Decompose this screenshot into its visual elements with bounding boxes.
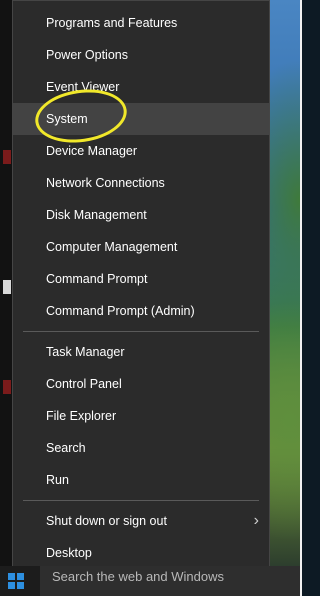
menu-item-computer-management[interactable]: Computer Management: [13, 231, 269, 263]
menu-item-desktop[interactable]: Desktop: [13, 537, 269, 569]
menu-item-command-prompt-admin[interactable]: Command Prompt (Admin): [13, 295, 269, 327]
menu-item-control-panel[interactable]: Control Panel: [13, 368, 269, 400]
menu-item-file-explorer[interactable]: File Explorer: [13, 400, 269, 432]
taskbar-search-box[interactable]: Search the web and Windows: [40, 566, 302, 596]
desktop-icon-fragment: [3, 380, 11, 394]
chevron-right-icon: ›: [253, 512, 259, 529]
menu-item-network-connections[interactable]: Network Connections: [13, 167, 269, 199]
menu-separator: [23, 500, 259, 501]
menu-item-run[interactable]: Run: [13, 464, 269, 496]
menu-separator: [23, 331, 259, 332]
desktop-icon-fragment: [3, 280, 11, 294]
window-edge: [300, 0, 302, 596]
menu-item-task-manager[interactable]: Task Manager: [13, 336, 269, 368]
menu-item-search[interactable]: Search: [13, 432, 269, 464]
menu-item-disk-management[interactable]: Disk Management: [13, 199, 269, 231]
menu-item-programs-and-features[interactable]: Programs and Features: [13, 7, 269, 39]
winx-quick-link-menu: Programs and Features Power Options Even…: [12, 0, 270, 578]
taskbar: Search the web and Windows: [0, 566, 302, 596]
menu-item-command-prompt[interactable]: Command Prompt: [13, 263, 269, 295]
menu-item-shut-down-or-sign-out[interactable]: Shut down or sign out ›: [13, 505, 269, 537]
left-edge-strip: [0, 0, 12, 596]
menu-item-label: Shut down or sign out: [46, 514, 167, 528]
desktop-icon-fragment: [3, 150, 11, 164]
menu-item-device-manager[interactable]: Device Manager: [13, 135, 269, 167]
menu-item-power-options[interactable]: Power Options: [13, 39, 269, 71]
windows-logo-icon[interactable]: [8, 573, 24, 589]
